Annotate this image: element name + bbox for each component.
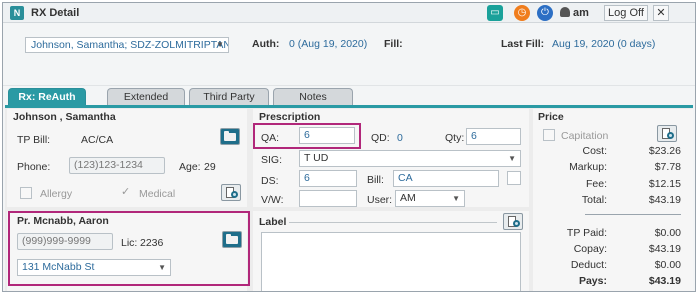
- auth-value: 0 (Aug 19, 2020): [289, 38, 368, 50]
- phone-field[interactable]: (123)123-1234: [69, 157, 165, 174]
- markup-label: Markup:: [569, 161, 607, 173]
- app-logo: N: [10, 6, 24, 20]
- chevron-down-icon: ▼: [216, 40, 224, 49]
- price-title: Price: [538, 111, 564, 123]
- document-search-icon: [231, 191, 238, 198]
- cost-value: $23.26: [648, 145, 681, 157]
- prescriber-highlight: [8, 211, 250, 286]
- capitation-checkbox[interactable]: [543, 129, 555, 141]
- last-fill-label: Last Fill:: [501, 38, 545, 50]
- prescription-title: Prescription: [259, 111, 321, 123]
- log-off-button[interactable]: Log Off: [604, 5, 648, 21]
- patient-document-button[interactable]: [221, 184, 241, 201]
- fill-label: Fill:: [384, 38, 403, 50]
- age-label: Age:: [179, 161, 201, 173]
- qty-field[interactable]: 6: [466, 128, 521, 145]
- ds-field[interactable]: 6: [299, 170, 357, 187]
- phone-label: Phone:: [17, 161, 51, 173]
- capitation-label: Capitation: [561, 130, 609, 142]
- price-divider: [585, 214, 681, 215]
- patient-drug-value: Johnson, Samantha; SDZ-ZOLMITRIPTAN (I: [31, 39, 229, 51]
- medical-checkbox[interactable]: [120, 185, 132, 199]
- allergy-label: Allergy: [40, 188, 73, 200]
- fee-value: $12.15: [648, 178, 681, 190]
- chevron-down-icon: ▼: [508, 154, 516, 163]
- current-user: am: [560, 7, 589, 19]
- age-value: 29: [204, 161, 216, 173]
- cost-label: Cost:: [582, 145, 607, 157]
- title-bar: N RX Detail ▭ ◷ ⏻ am Log Off ✕: [3, 3, 695, 23]
- bill-checkbox[interactable]: [507, 171, 521, 185]
- power-icon[interactable]: ⏻: [537, 5, 553, 21]
- qty-label: Qty:: [445, 132, 465, 144]
- tab-extended[interactable]: Extended: [107, 88, 185, 106]
- folder-icon: [224, 133, 236, 141]
- pays-value: $43.19: [648, 275, 681, 287]
- qd-value: 0: [397, 132, 403, 144]
- copay-value: $43.19: [648, 243, 681, 255]
- document-search-icon: [513, 220, 520, 227]
- tab-notes[interactable]: Notes: [273, 88, 353, 106]
- user-name: am: [573, 7, 589, 19]
- label-text-area[interactable]: [261, 232, 521, 291]
- qa-highlight: [253, 123, 361, 149]
- chevron-down-icon: ▼: [452, 194, 460, 203]
- price-document-button[interactable]: [657, 125, 677, 142]
- user-select[interactable]: AM ▼: [395, 190, 465, 207]
- patient-drug-select[interactable]: Johnson, Samantha; SDZ-ZOLMITRIPTAN (I ▼: [25, 37, 229, 53]
- qd-label: QD:: [371, 132, 390, 144]
- last-fill-value: Aug 19, 2020 (0 days): [552, 38, 656, 50]
- rx-detail-window: N RX Detail ▭ ◷ ⏻ am Log Off ✕ Johnson, …: [2, 2, 696, 292]
- allergy-checkbox[interactable]: [20, 187, 32, 199]
- total-label: Total:: [581, 194, 607, 206]
- sig-value: T UD: [304, 152, 329, 164]
- markup-value: $7.78: [654, 161, 681, 173]
- bill-label: Bill:: [367, 174, 384, 186]
- medical-label: Medical: [139, 188, 176, 200]
- tp-paid-label: TP Paid:: [566, 227, 607, 239]
- pays-label: Pays:: [578, 275, 607, 287]
- tab-rx-reauth[interactable]: Rx: ReAuth: [8, 88, 86, 106]
- rx-header-strip: [3, 24, 695, 86]
- tab-third-party[interactable]: Third Party: [189, 88, 269, 106]
- fee-label: Fee:: [585, 178, 607, 190]
- tp-bill-label: TP Bill:: [17, 134, 51, 146]
- label-title: Label: [259, 216, 287, 228]
- vw-field[interactable]: [299, 190, 357, 207]
- patient-folder-button[interactable]: [220, 128, 240, 145]
- sig-select[interactable]: T UD ▼: [299, 150, 521, 167]
- vw-label: V/W:: [261, 194, 284, 206]
- monitor-icon[interactable]: ▭: [487, 5, 503, 21]
- copay-label: Copay:: [573, 243, 607, 255]
- patient-name: Johnson , Samantha: [13, 111, 116, 123]
- label-divider: [289, 222, 497, 223]
- deduct-label: Deduct:: [570, 259, 607, 271]
- deduct-value: $0.00: [654, 259, 681, 271]
- clock-icon[interactable]: ◷: [514, 5, 530, 21]
- document-search-icon: [667, 132, 674, 139]
- user-icon: [560, 7, 570, 17]
- user-select-value: AM: [400, 192, 416, 204]
- auth-label: Auth:: [252, 38, 280, 50]
- total-value: $43.19: [648, 194, 681, 206]
- sig-label: SIG:: [261, 154, 283, 166]
- tp-paid-value: $0.00: [654, 227, 681, 239]
- bill-field[interactable]: CA: [393, 170, 499, 187]
- window-title: RX Detail: [31, 7, 80, 19]
- user-label: User:: [367, 194, 393, 206]
- ds-label: DS:: [261, 175, 279, 187]
- close-button[interactable]: ✕: [653, 5, 669, 21]
- label-document-button[interactable]: [503, 213, 523, 230]
- tp-bill-value: AC/CA: [81, 134, 114, 146]
